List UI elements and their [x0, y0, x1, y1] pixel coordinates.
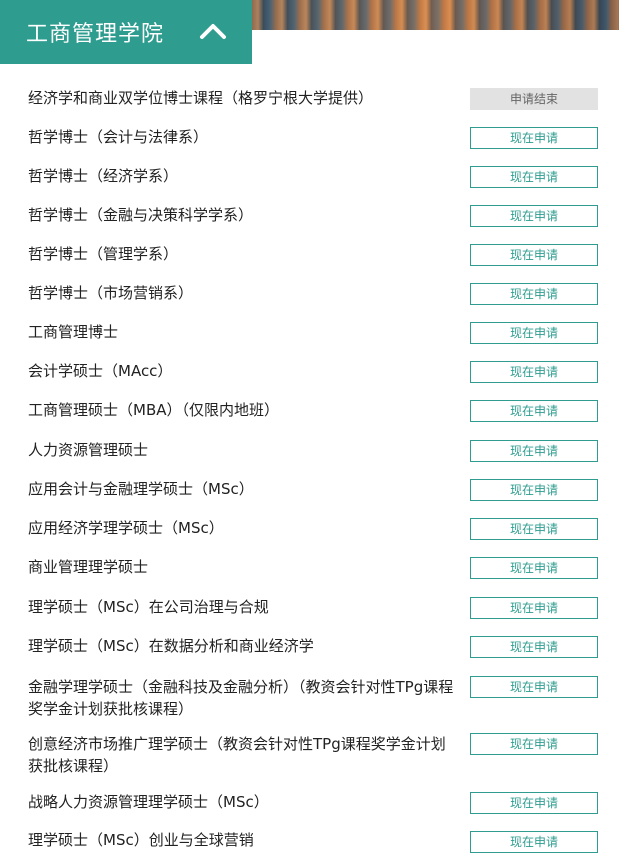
apply-now-button[interactable]: 现在申请 [470, 831, 598, 853]
apply-now-button[interactable]: 现在申请 [470, 676, 598, 698]
section-header[interactable]: 工商管理学院 [0, 0, 252, 64]
program-name[interactable]: 哲学博士（市场营销系） [28, 282, 458, 304]
apply-now-button[interactable]: 现在申请 [470, 440, 598, 462]
apply-now-button[interactable]: 现在申请 [470, 400, 598, 422]
program-name[interactable]: 应用会计与金融理学硕士（MSc） [28, 478, 458, 500]
program-name[interactable]: 理学硕士（MSc）创业与全球营销 [28, 829, 458, 851]
apply-now-button[interactable]: 现在申请 [470, 792, 598, 814]
section-title: 工商管理学院 [26, 22, 165, 47]
apply-now-button[interactable]: 现在申请 [470, 205, 598, 227]
banner-overlay [250, 0, 619, 30]
apply-now-button[interactable]: 现在申请 [470, 636, 598, 658]
apply-now-button[interactable]: 现在申请 [470, 244, 598, 266]
chevron-up-icon[interactable] [198, 20, 228, 42]
program-name[interactable]: 哲学博士（金融与决策科学学系） [28, 204, 458, 226]
application-closed-badge: 申请结束 [470, 88, 598, 110]
apply-now-button[interactable]: 现在申请 [470, 597, 598, 619]
apply-now-button[interactable]: 现在申请 [470, 283, 598, 305]
program-name[interactable]: 理学硕士（MSc）在公司治理与合规 [28, 596, 458, 618]
apply-now-button[interactable]: 现在申请 [470, 166, 598, 188]
program-name[interactable]: 哲学博士（会计与法律系） [28, 126, 458, 148]
program-name[interactable]: 哲学博士（经济学系） [28, 165, 458, 187]
program-name[interactable]: 会计学硕士（MAcc） [28, 360, 458, 382]
program-name[interactable]: 经济学和商业双学位博士课程（格罗宁根大学提供） [28, 87, 458, 109]
apply-now-button[interactable]: 现在申请 [470, 322, 598, 344]
apply-now-button[interactable]: 现在申请 [470, 127, 598, 149]
apply-now-button[interactable]: 现在申请 [470, 733, 598, 755]
program-name[interactable]: 商业管理理学硕士 [28, 556, 458, 578]
program-name[interactable]: 理学硕士（MSc）在数据分析和商业经济学 [28, 635, 458, 657]
program-name[interactable]: 应用经济学理学硕士（MSc） [28, 517, 458, 539]
apply-now-button[interactable]: 现在申请 [470, 361, 598, 383]
program-name[interactable]: 金融学理学硕士（金融科技及金融分析）（教资会针对性TPg课程奖学金计划获批核课程… [28, 676, 458, 720]
program-name[interactable]: 战略人力资源管理理学硕士（MSc） [28, 791, 458, 813]
program-name[interactable]: 人力资源管理硕士 [28, 439, 458, 461]
apply-now-button[interactable]: 现在申请 [470, 557, 598, 579]
apply-now-button[interactable]: 现在申请 [470, 518, 598, 540]
program-name[interactable]: 创意经济市场推广理学硕士（教资会针对性TPg课程奖学金计划获批核课程） [28, 733, 458, 777]
program-name[interactable]: 工商管理硕士（MBA）（仅限内地班） [28, 399, 458, 421]
program-name[interactable]: 工商管理博士 [28, 321, 458, 343]
program-name[interactable]: 哲学博士（管理学系） [28, 243, 458, 265]
apply-now-button[interactable]: 现在申请 [470, 479, 598, 501]
